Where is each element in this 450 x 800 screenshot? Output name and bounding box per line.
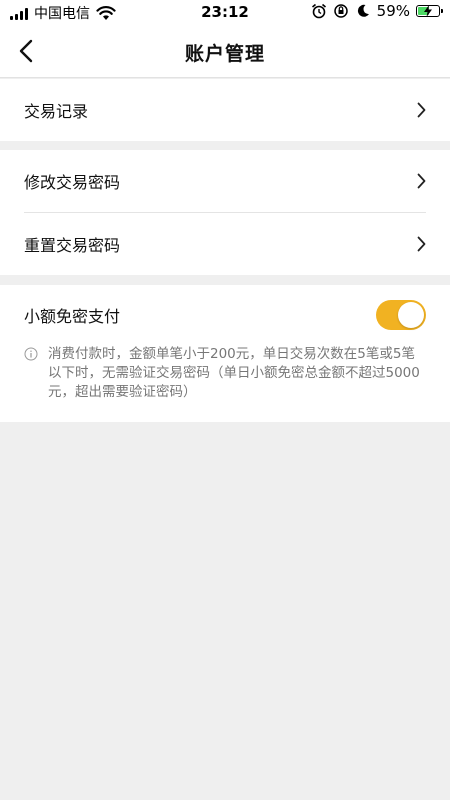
menu-item-transaction-records[interactable]: 交易记录 [0,79,450,141]
chevron-right-icon [417,102,426,118]
battery-percent: 59% [376,2,410,20]
menu-group-records: 交易记录 [0,79,450,141]
nav-bar: 账户管理 [0,26,450,78]
moon-icon [357,4,369,17]
menu-item-change-password[interactable]: 修改交易密码 [0,150,450,212]
battery-charging-icon [416,5,443,17]
menu-item-label: 交易记录 [24,102,89,121]
alarm-icon [311,3,326,19]
toggle-knob [398,302,424,328]
status-bar: 中国电信 23:12 59% [0,0,450,26]
toggle-label: 小额免密支付 [24,307,121,326]
orientation-lock-icon [333,4,348,18]
small-amount-payment-toggle[interactable] [376,300,426,330]
menu-item-label: 重置交易密码 [24,236,121,255]
menu-item-reset-password[interactable]: 重置交易密码 [0,213,450,275]
status-right: 59% [311,2,443,20]
small-amount-payment-row: 小额免密支付 [0,285,450,345]
payment-note: 消费付款时，金额单笔小于200元，单日交易次数在5笔或5笔以下时，无需验证交易密… [0,345,450,422]
menu-group-small-payment: 小额免密支付 消费付款时，金额单笔小于200元，单日交易次数在5笔或5笔以下时，… [0,285,450,422]
page-title: 账户管理 [184,43,265,65]
menu-item-label: 修改交易密码 [24,173,121,192]
note-text: 消费付款时，金额单笔小于200元，单日交易次数在5笔或5笔以下时，无需验证交易密… [48,346,420,400]
info-icon [24,347,38,361]
chevron-right-icon [417,173,426,189]
chevron-right-icon [417,236,426,252]
menu-group-password: 修改交易密码 重置交易密码 [0,150,450,275]
